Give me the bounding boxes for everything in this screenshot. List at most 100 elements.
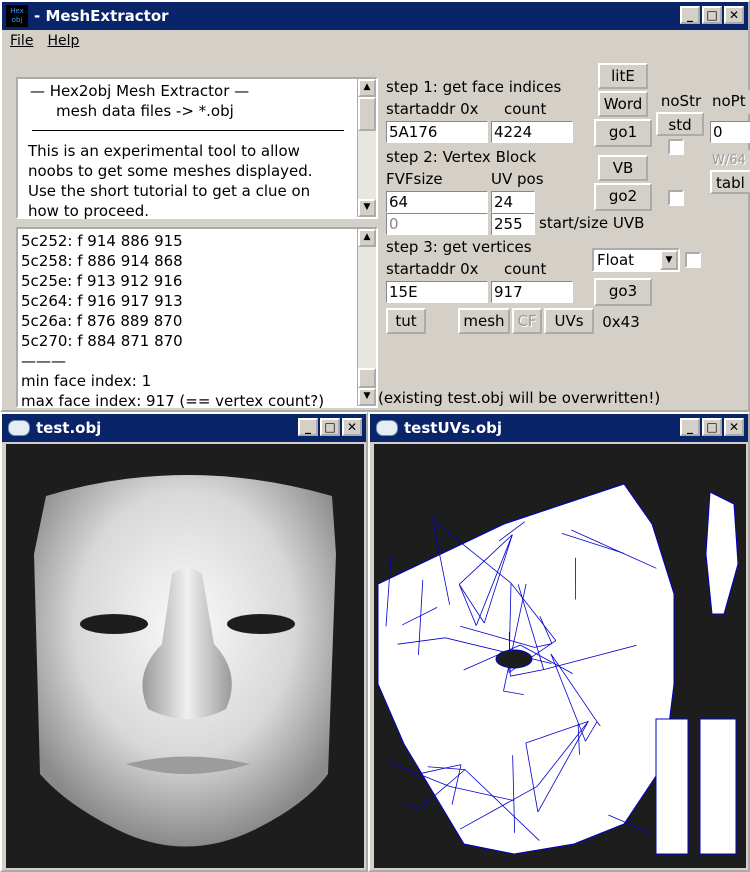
output-line: 5c25e: f 913 912 916 — [21, 272, 183, 290]
output-line: 5c264: f 916 917 913 — [21, 292, 183, 310]
test-uvs-titlebar[interactable]: testUVs.obj _ □ ✕ — [370, 414, 748, 442]
scroll-up-icon[interactable]: ▲ — [358, 79, 376, 97]
type-select[interactable]: Float ▼ — [592, 248, 680, 272]
vb-button[interactable]: VB — [598, 155, 648, 181]
step3-count-input[interactable]: 917 — [491, 281, 573, 303]
scroll-up-icon[interactable]: ▲ — [358, 229, 376, 247]
scroll-down-icon[interactable]: ▼ — [358, 388, 376, 406]
nostr-button[interactable]: noStr — [656, 90, 706, 114]
close-button[interactable]: ✕ — [724, 6, 744, 24]
info-header2: mesh data files -> *.obj — [56, 102, 234, 120]
output-line: 5c252: f 914 886 915 — [21, 232, 183, 250]
chevron-down-icon[interactable]: ▼ — [660, 250, 678, 270]
std-button[interactable]: std — [656, 112, 704, 136]
uv-strip-2 — [699, 718, 737, 855]
info-scrollbar[interactable]: ▲ ▼ — [357, 79, 376, 217]
cf-button[interactable]: CF — [512, 308, 542, 334]
uvb-size-input[interactable]: 255 — [491, 213, 535, 235]
maximize-button[interactable]: □ — [702, 6, 722, 24]
scroll-down-icon[interactable]: ▼ — [358, 199, 376, 217]
maximize-button[interactable]: □ — [320, 418, 340, 436]
face-viewport[interactable] — [6, 444, 364, 868]
step3-count-label: count — [504, 260, 547, 278]
nopt-button[interactable]: noPt — [710, 90, 750, 114]
tabl-button[interactable]: tabl — [710, 170, 750, 194]
window-icon — [8, 420, 30, 436]
std-checkbox[interactable] — [668, 139, 684, 155]
step1-count-label: count — [504, 100, 547, 118]
scroll-thumb[interactable] — [358, 368, 376, 388]
word-button[interactable]: Word — [598, 91, 648, 117]
go3-button[interactable]: go3 — [594, 278, 652, 306]
step3-startaddr-label: startaddr 0x — [386, 260, 479, 278]
status-text: (existing test.obj will be overwritten!) — [378, 389, 661, 407]
minimize-button[interactable]: _ — [298, 418, 318, 436]
uv-strip-1 — [655, 718, 689, 855]
w64-button[interactable]: W/64 — [710, 150, 750, 172]
step1-startaddr-input[interactable]: 5A176 — [386, 121, 488, 143]
output-lines: 5c252: f 914 886 915 5c258: f 886 914 868… — [21, 231, 324, 411]
uv-eye-hole — [495, 649, 533, 669]
fvfsize-input[interactable]: 64 — [386, 191, 488, 213]
main-title: - MeshExtractor — [34, 7, 169, 25]
app-icon: Hex obj — [6, 5, 28, 27]
go1-button[interactable]: go1 — [594, 119, 652, 147]
eye-left — [80, 614, 148, 634]
step3-title: step 3: get vertices — [386, 238, 532, 256]
test-uvs-window: testUVs.obj _ □ ✕ — [368, 412, 750, 872]
step1-count-input[interactable]: 4224 — [491, 121, 573, 143]
test-obj-titlebar[interactable]: test.obj _ □ ✕ — [2, 414, 366, 442]
eye-right — [227, 614, 295, 634]
step1-title: step 1: get face indices — [386, 78, 562, 96]
info-panel: — Hex2obj Mesh Extractor — mesh data fil… — [16, 77, 378, 220]
output-line: ——— — [21, 352, 66, 370]
menubar: File Help — [2, 30, 748, 52]
uv-viewport[interactable] — [374, 444, 746, 868]
step3-startaddr-input[interactable]: 15E — [386, 281, 488, 303]
test-obj-title: test.obj — [36, 419, 102, 437]
go2-checkbox[interactable] — [668, 190, 684, 206]
output-line: min face index: 1 — [21, 372, 152, 390]
test-uvs-title: testUVs.obj — [404, 419, 503, 437]
output-line: 5c26a: f 876 889 870 — [21, 312, 183, 330]
minimize-button[interactable]: _ — [680, 418, 700, 436]
scroll-thumb[interactable] — [358, 97, 376, 131]
step1-startaddr-label: startaddr 0x — [386, 100, 479, 118]
step2-uvpos-label: UV pos — [491, 170, 544, 188]
close-button[interactable]: ✕ — [342, 418, 362, 436]
window-icon — [376, 420, 398, 436]
uvs-button[interactable]: UVs — [544, 308, 594, 334]
main-titlebar[interactable]: Hex obj - MeshExtractor _ □ ✕ — [2, 2, 748, 30]
close-button[interactable]: ✕ — [724, 418, 744, 436]
float-checkbox[interactable] — [685, 252, 701, 268]
menu-help[interactable]: Help — [47, 33, 79, 49]
lite-button[interactable]: litE — [598, 63, 648, 89]
side-field[interactable]: 0 — [710, 121, 750, 143]
tut-button[interactable]: tut — [386, 308, 426, 334]
test-obj-window: test.obj _ □ ✕ — [0, 412, 368, 872]
info-body: This is an experimental tool to allow no… — [28, 142, 313, 220]
maximize-button[interactable]: □ — [702, 418, 722, 436]
step2-title: step 2: Vertex Block — [386, 148, 537, 166]
uvpos-input[interactable]: 24 — [491, 191, 535, 213]
uvb-label: start/size UVB — [539, 214, 645, 232]
hex-0x43-label: 0x43 — [598, 311, 644, 333]
output-line: max face index: 917 (== vertex count?) — [21, 392, 325, 410]
main-window: Hex obj - MeshExtractor _ □ ✕ File Help … — [0, 0, 750, 412]
uvb-start-input[interactable]: 0 — [386, 213, 488, 235]
mesh-button[interactable]: mesh — [458, 308, 510, 334]
minimize-button[interactable]: _ — [680, 6, 700, 24]
step2-fvf-label: FVFsize — [386, 170, 443, 188]
output-scrollbar[interactable]: ▲ ▼ — [357, 229, 376, 406]
go2-button[interactable]: go2 — [594, 183, 652, 211]
info-header1: — Hex2obj Mesh Extractor — — [30, 82, 250, 100]
type-select-value: Float — [597, 251, 635, 269]
output-line: 5c258: f 886 914 868 — [21, 252, 183, 270]
menu-file[interactable]: File — [10, 33, 33, 49]
uv-main-island — [377, 483, 675, 855]
uv-edge — [405, 803, 419, 811]
uv-render — [377, 483, 739, 855]
output-panel: 5c252: f 914 886 915 5c258: f 886 914 868… — [16, 227, 378, 411]
uv-side-island — [705, 491, 739, 615]
face-render — [34, 475, 336, 847]
